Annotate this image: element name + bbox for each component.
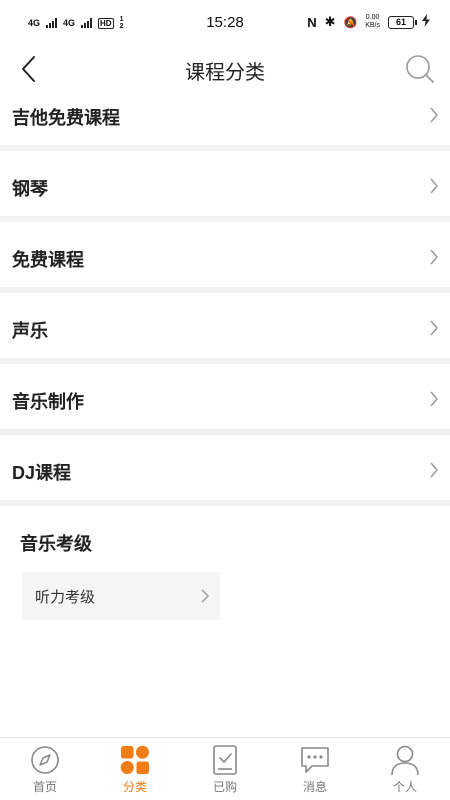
- purchased-icon: [213, 745, 237, 775]
- category-label: 钢琴: [12, 179, 48, 199]
- charging-icon: [422, 14, 430, 30]
- user-icon: [391, 745, 419, 776]
- category-label: 音乐制作: [12, 392, 84, 412]
- section-title: 音乐考级: [20, 534, 92, 554]
- tab-label: 已购: [212, 780, 237, 794]
- battery-icon: 61: [388, 15, 417, 29]
- net-speed: 0.00 KB/s: [365, 14, 380, 30]
- tab-label: 分类: [122, 780, 147, 794]
- tab-bar: 首页 分类 已购 消息 个人: [0, 737, 450, 800]
- status-right: N ✱ 🔕 0.00 KB/s 61: [307, 14, 430, 30]
- mute-icon: 🔕: [343, 16, 358, 29]
- chevron-right-icon: [430, 462, 438, 478]
- tab-home[interactable]: 首页: [0, 738, 90, 800]
- sub-category-label: 听力考级: [35, 589, 96, 606]
- category-label: 声乐: [12, 321, 48, 341]
- nfc-icon: N: [307, 14, 317, 30]
- category-label: DJ课程: [12, 463, 72, 483]
- category-label: 吉他免费课程: [12, 108, 120, 128]
- sub-category-card[interactable]: 听力考级: [22, 572, 220, 620]
- chevron-right-icon: [430, 178, 438, 194]
- tab-profile[interactable]: 个人: [360, 738, 450, 800]
- category-row[interactable]: 音乐制作: [0, 364, 450, 435]
- category-row[interactable]: DJ课程: [0, 435, 450, 506]
- chevron-right-icon: [430, 107, 438, 123]
- category-row[interactable]: 吉他免费课程: [0, 80, 450, 151]
- category-label: 免费课程: [12, 250, 84, 270]
- tab-purchased[interactable]: 已购: [180, 738, 270, 800]
- chevron-right-icon: [430, 320, 438, 336]
- tab-label: 首页: [32, 780, 57, 794]
- net-speed-unit: KB/s: [365, 22, 380, 29]
- tab-label: 消息: [302, 780, 327, 794]
- tab-label: 个人: [392, 780, 417, 794]
- chevron-right-icon: [430, 391, 438, 407]
- category-row[interactable]: 免费课程: [0, 222, 450, 293]
- tab-category[interactable]: 分类: [90, 738, 180, 800]
- category-row[interactable]: 钢琴: [0, 151, 450, 222]
- chevron-right-icon: [430, 249, 438, 265]
- message-icon: [301, 747, 329, 773]
- category-list: 吉他免费课程 钢琴 免费课程 声乐 音乐制作 DJ课程: [0, 80, 450, 506]
- category-row[interactable]: 声乐: [0, 293, 450, 364]
- chevron-right-icon: [201, 589, 209, 603]
- status-bar: 4G 4G HD 1 2 15:28 N ✱ 🔕 0.00 KB/s 61: [0, 0, 450, 48]
- grid-icon: [120, 745, 149, 774]
- tab-messages[interactable]: 消息: [270, 738, 360, 800]
- compass-icon: [31, 746, 59, 774]
- bluetooth-icon: ✱: [324, 14, 336, 29]
- net-speed-value: 0.00: [365, 14, 380, 21]
